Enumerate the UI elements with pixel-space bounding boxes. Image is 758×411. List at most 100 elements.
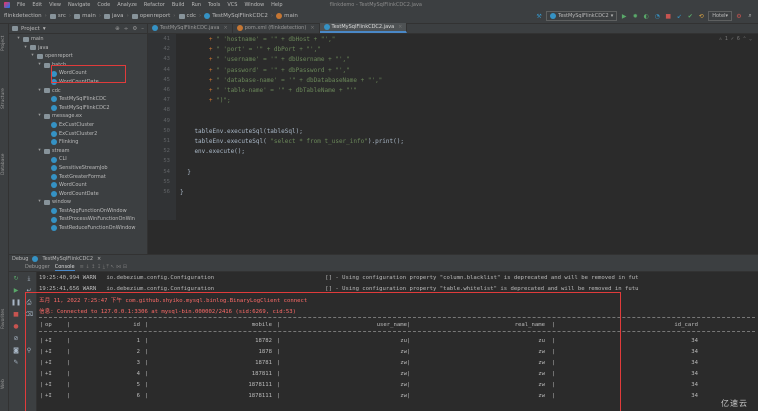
close-icon[interactable]: × xyxy=(310,25,314,31)
hide-icon[interactable]: – xyxy=(141,26,144,32)
git-branch-dropdown[interactable]: Hotel ▾ xyxy=(708,11,732,21)
tree-folder-cdc[interactable]: ▾ cdc xyxy=(9,87,147,96)
tree-label: ExCustCluster2 xyxy=(59,130,98,137)
tree-class-wordcountdate[interactable]: WordCountDate xyxy=(9,190,147,199)
tree-class-wordcount[interactable]: WordCount xyxy=(9,181,147,190)
code-token: "select * from t_user_info" xyxy=(270,138,368,145)
build-hammer-icon[interactable]: ⚒ xyxy=(535,12,543,20)
breadcrumb-item[interactable]: TestMySqlFlinkCDC2 xyxy=(204,13,268,19)
tree-folder-main[interactable]: ▾ main xyxy=(9,35,147,44)
tree-class-textgreaterformat[interactable]: TextGreaterFormat xyxy=(9,173,147,182)
breadcrumb-item[interactable]: flinkdetection xyxy=(4,13,42,19)
resume-icon[interactable]: ▶ xyxy=(11,286,21,295)
chevron-down-icon[interactable]: ▾ xyxy=(43,26,46,32)
tree-class-testprocesswinfunctiononwin[interactable]: TestProcessWinFunctionOnWin xyxy=(9,215,147,224)
breadcrumb-item[interactable]: java xyxy=(104,13,124,19)
inspection-status[interactable]: ⚠ 1 ✓ 6 ⌃ ⌄ xyxy=(719,36,752,42)
menu-item-help[interactable]: Help xyxy=(271,2,282,8)
menu-item-run[interactable]: Run xyxy=(191,2,201,8)
menu-item-code[interactable]: Code xyxy=(97,2,110,8)
run-icon[interactable]: ▶ xyxy=(620,12,628,20)
debug-config-tab[interactable]: TestMySqlFlinkCDC2 xyxy=(42,256,93,262)
menu-item-analyze[interactable]: Analyze xyxy=(117,2,137,8)
menu-item-file[interactable]: File xyxy=(17,2,25,8)
view-breakpoints-icon[interactable]: ● xyxy=(11,322,21,331)
method-icon xyxy=(276,13,283,19)
pause-icon[interactable]: ❚❚ xyxy=(11,298,21,307)
web-tool-tab[interactable]: Web xyxy=(1,369,8,399)
stop-icon[interactable]: ■ xyxy=(11,310,21,319)
project-tool-tab[interactable]: Project xyxy=(1,28,8,58)
tree-class-testaggfunctiononwindow[interactable]: TestAggFunctionOnWindow xyxy=(9,207,147,216)
menu-item-view[interactable]: View xyxy=(49,2,61,8)
locate-icon[interactable]: ⊕ xyxy=(115,26,120,32)
menu-item-vcs[interactable]: VCS xyxy=(227,2,237,8)
breadcrumb-item[interactable]: src xyxy=(49,13,66,19)
tree-class-testreducefunctiononwindow[interactable]: TestReduceFunctionOnWindow xyxy=(9,224,147,233)
database-tool-tab[interactable]: Database xyxy=(1,144,8,184)
tree-folder-java[interactable]: ▾ java xyxy=(9,44,147,53)
mute-breakpoints-icon[interactable]: ⊘ xyxy=(11,334,21,343)
tree-label: window xyxy=(52,199,71,206)
menu-item-navigate[interactable]: Navigate xyxy=(68,2,90,8)
breadcrumb-item[interactable]: main xyxy=(74,13,96,19)
debug-icon[interactable]: ✹ xyxy=(631,12,639,20)
project-panel-title[interactable]: Project xyxy=(21,26,40,32)
search-icon[interactable]: ⌕ xyxy=(746,12,754,20)
gear-icon[interactable]: ⚙ xyxy=(132,26,137,32)
vcs-update-icon[interactable]: ↙ xyxy=(675,12,683,20)
folder-icon xyxy=(44,88,50,94)
menu-item-edit[interactable]: Edit xyxy=(32,2,42,8)
breadcrumb-item[interactable]: cdc xyxy=(178,13,197,19)
run-config-dropdown[interactable]: TestMySqlFlinkCDC2 ▾ xyxy=(546,11,618,21)
breadcrumb-item[interactable]: main xyxy=(276,13,298,19)
tab-console[interactable]: Console xyxy=(54,264,75,271)
stop-icon[interactable]: ■ xyxy=(664,12,672,20)
vcs-commit-icon[interactable]: ✔ xyxy=(686,12,694,20)
settings-icon[interactable]: ⚙ xyxy=(735,12,743,20)
tree-folder-openreport[interactable]: ▾ openreport xyxy=(9,52,147,61)
tree-label: WordCount xyxy=(59,182,87,189)
class-icon xyxy=(204,13,211,19)
breadcrumb-separator: › xyxy=(126,13,129,19)
tree-class-cli[interactable]: CLI xyxy=(9,155,147,164)
tree-class-testmysqlflinkcdc2[interactable]: TestMySqlFlinkCDC2 xyxy=(9,104,147,113)
tree-class-flinking[interactable]: Flinking xyxy=(9,138,147,147)
folder-icon xyxy=(131,13,138,19)
close-icon[interactable]: × xyxy=(97,256,101,262)
breadcrumb-label: cdc xyxy=(186,13,197,19)
coverage-icon[interactable]: ◐ xyxy=(642,12,650,20)
folder-icon xyxy=(37,53,43,59)
menu-item-tools[interactable]: Tools xyxy=(208,2,220,8)
tree-folder-stream[interactable]: ▾ stream xyxy=(9,147,147,156)
collapse-icon[interactable]: ÷ xyxy=(124,26,129,32)
breadcrumb-separator: › xyxy=(68,13,72,19)
pin-icon[interactable]: ✎ xyxy=(11,358,21,367)
editor-tab[interactable]: TestMySqlFlinkCDC.java × xyxy=(148,23,233,33)
tree-class-testmysqlflinkcdc[interactable]: TestMySqlFlinkCDC xyxy=(9,95,147,104)
editor-tab[interactable]: TestMySqlFlinkCDC2.java × xyxy=(319,23,408,33)
editor-tab[interactable]: pom.xml (flinkdetection) × xyxy=(233,23,320,33)
close-icon[interactable]: × xyxy=(398,24,402,30)
console-toolbar-icons[interactable]: ≡ ↓ ↥ ↧ ⤓ ⤒ ↖ ⋈ ⊟ xyxy=(80,264,127,270)
tree-class-sensitivestreamjob[interactable]: SensitiveStreamJob xyxy=(9,164,147,173)
close-icon[interactable]: × xyxy=(223,25,227,31)
tree-class-excustcluster2[interactable]: ExCustCluster2 xyxy=(9,130,147,139)
vcs-history-icon[interactable]: ⟲ xyxy=(697,12,705,20)
camera-icon[interactable]: ◙ xyxy=(11,346,21,355)
tab-debugger[interactable]: Debugger xyxy=(25,264,50,270)
favorites-tool-tab[interactable]: Favorites xyxy=(1,304,8,334)
tree-class-excustcluster[interactable]: ExCustCluster xyxy=(9,121,147,130)
structure-tool-tab[interactable]: Structure xyxy=(1,84,8,114)
menu-item-window[interactable]: Window xyxy=(244,2,264,8)
scroll-end-icon[interactable]: ⤓ xyxy=(24,274,34,283)
code-editor[interactable]: ⚠ 1 ✓ 6 ⌃ ⌄ + " 'hostname' = '" + dbHost… xyxy=(176,34,758,220)
menu-item-refactor[interactable]: Refactor xyxy=(144,2,165,8)
tree-folder-window[interactable]: ▾ window xyxy=(9,198,147,207)
tree-label: cdc xyxy=(52,87,61,94)
rerun-icon[interactable]: ↻ xyxy=(11,274,21,283)
tree-folder-message-ex[interactable]: ▾ message.ex xyxy=(9,112,147,121)
breadcrumb-item[interactable]: openreport xyxy=(131,13,170,19)
menu-item-build[interactable]: Build xyxy=(172,2,185,8)
profile-icon[interactable]: ◔ xyxy=(653,12,661,20)
